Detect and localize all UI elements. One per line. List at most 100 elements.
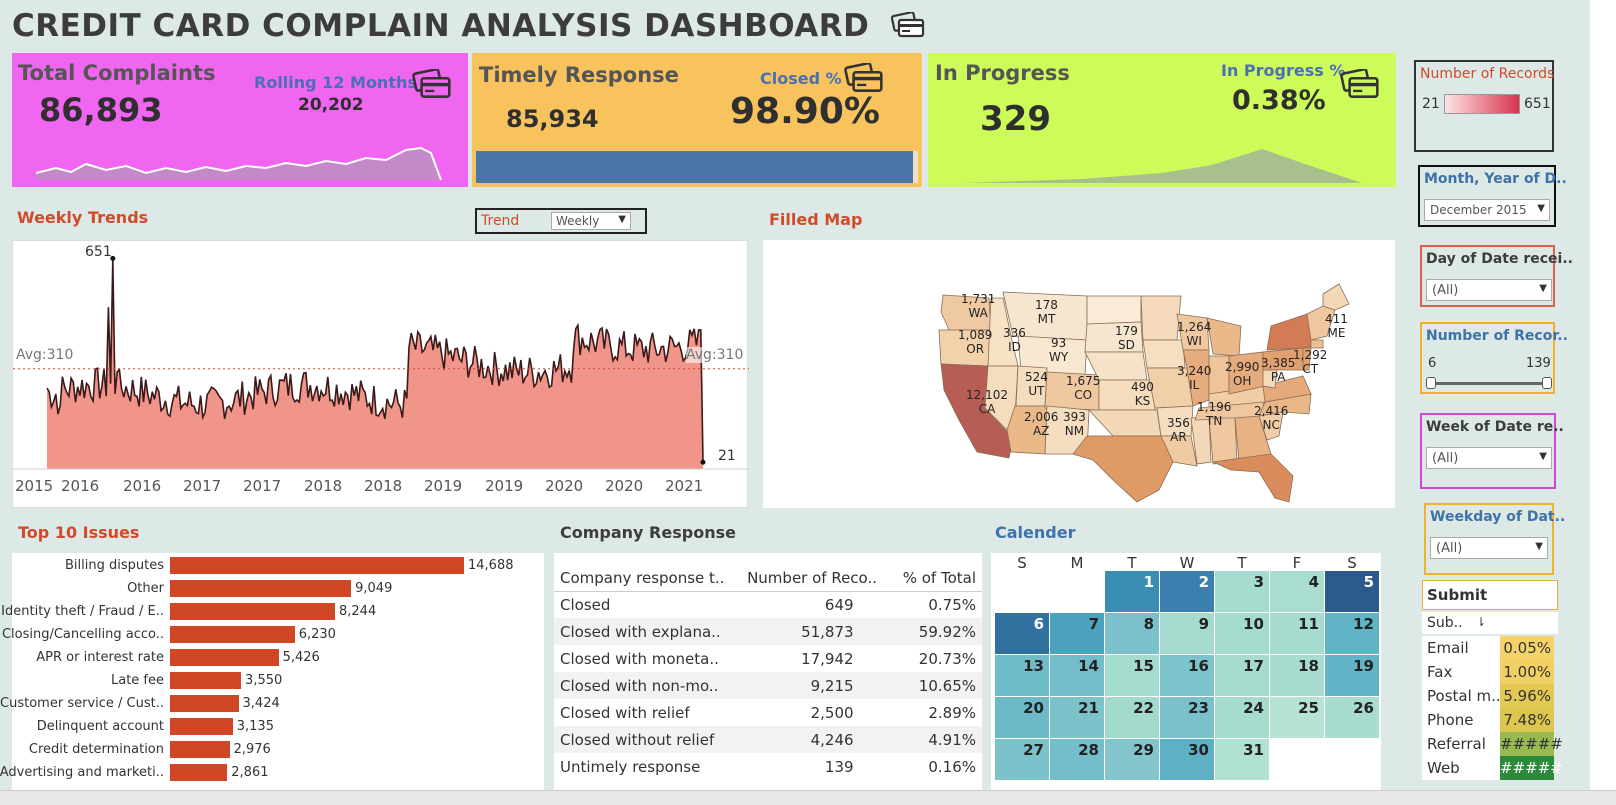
calendar-day-cell[interactable]: 23 <box>1160 697 1214 738</box>
col-header-records[interactable]: Number of Reco.. <box>741 565 892 592</box>
submit-row-value: ##### <box>1500 732 1563 756</box>
submit-row[interactable]: Web ##### <box>1422 756 1563 780</box>
col-header-response[interactable]: Company response t.. <box>554 565 742 592</box>
kpi-closed-label: Closed % <box>760 69 842 88</box>
calendar-weekday-header: S <box>1017 554 1027 572</box>
week-of-date-dropdown[interactable]: (All) ▼ <box>1426 447 1552 469</box>
calendar-day-cell[interactable]: 20 <box>995 697 1049 738</box>
calendar-panel: Calender S M T W T F S 1 2 3 4 5 6 7 8 9 10 11 12 13 14 15 16 1… <box>989 513 1395 791</box>
map-state-ok <box>1088 409 1162 437</box>
map-area[interactable]: 1,731 WA 1,089 OR 336 ID 178 MT 93 WY 179 SD 12,102 C… <box>763 240 1395 508</box>
submit-row-value: ##### <box>1500 756 1563 780</box>
table-row[interactable]: Closed with non-mo.. 9,215 10.65% <box>554 672 982 699</box>
map-label-oh: 2,990 OH <box>1225 360 1260 388</box>
calendar-day-cell[interactable]: 25 <box>1270 697 1324 738</box>
map-label-mt: 178 MT <box>1035 298 1058 326</box>
calendar-day-cell[interactable]: 12 <box>1325 613 1379 654</box>
num-records-slider-track[interactable] <box>1430 382 1548 385</box>
calendar-day-cell[interactable]: 13 <box>995 655 1049 696</box>
week-of-date-value: (All) <box>1432 451 1459 466</box>
calendar-day-cell[interactable]: 11 <box>1270 613 1324 654</box>
issue-bar[interactable] <box>170 557 464 574</box>
weekly-trends-panel: Weekly Trends Trend Weekly ▼ 651 21 Avg:… <box>12 200 749 508</box>
submit-row[interactable]: Postal m.. 5.96% <box>1422 684 1554 708</box>
submit-row[interactable]: Fax 1.00% <box>1422 660 1554 684</box>
sort-icon[interactable]: ⇂ <box>1476 615 1486 629</box>
table-row[interactable]: Closed with explana.. 51,873 59.92% <box>554 618 982 645</box>
calendar-day-cell[interactable]: 2 <box>1160 571 1214 612</box>
issue-bar[interactable] <box>170 649 279 666</box>
issue-value: 2,976 <box>233 742 271 757</box>
calendar-day-cell[interactable]: 5 <box>1325 571 1379 612</box>
calendar-day-cell[interactable]: 9 <box>1160 613 1214 654</box>
calendar-day-cell[interactable]: 8 <box>1105 613 1159 654</box>
calendar-day-cell[interactable]: 26 <box>1325 697 1379 738</box>
calendar-day-cell[interactable]: 24 <box>1215 697 1269 738</box>
issue-bar[interactable] <box>170 603 335 620</box>
num-records-slider-min-handle[interactable] <box>1426 377 1436 389</box>
table-row[interactable]: Closed with moneta.. 17,942 20.73% <box>554 645 982 672</box>
submit-row[interactable]: Phone 7.48% <box>1422 708 1554 732</box>
issue-label: Identity theft / Fraud / E.. <box>1 604 164 619</box>
calendar-day-cell[interactable]: 28 <box>1050 739 1104 780</box>
issue-bar[interactable] <box>170 741 230 758</box>
calendar-day-cell[interactable]: 16 <box>1160 655 1214 696</box>
issue-bar[interactable] <box>170 718 233 735</box>
issue-bar[interactable] <box>170 672 242 689</box>
kpi-rolling-value: 20,202 <box>298 95 364 115</box>
month-year-dropdown[interactable]: December 2015 ▼ <box>1424 199 1550 221</box>
closed-progress-track <box>476 151 918 183</box>
map-label-nc: 2,416 NC <box>1254 404 1289 432</box>
submit-col-header-label: Sub.. <box>1427 615 1463 631</box>
day-of-date-dropdown[interactable]: (All) ▼ <box>1426 279 1552 301</box>
submit-row[interactable]: Referral ##### <box>1422 732 1563 756</box>
weekday-of-date-dropdown[interactable]: (All) ▼ <box>1430 537 1548 559</box>
calendar-day-cell[interactable]: 17 <box>1215 655 1269 696</box>
calendar-day-cell[interactable]: 15 <box>1105 655 1159 696</box>
chevron-down-icon: ▼ <box>1539 283 1547 294</box>
issue-bar[interactable] <box>170 626 295 643</box>
submit-row[interactable]: Email 0.05% <box>1422 636 1554 660</box>
records-legend-min: 21 <box>1422 96 1440 112</box>
col-header-pct[interactable]: % of Total <box>891 565 982 592</box>
issue-value: 3,424 <box>242 696 280 711</box>
calendar-day-cell[interactable]: 10 <box>1215 613 1269 654</box>
calendar-day-cell[interactable]: 22 <box>1105 697 1159 738</box>
submit-col-header[interactable]: Sub.. ⇂ <box>1422 612 1558 634</box>
calendar-day-cell[interactable]: 31 <box>1215 739 1269 780</box>
trend-dropdown[interactable]: Weekly ▼ <box>551 212 631 230</box>
calendar-day-cell[interactable]: 3 <box>1215 571 1269 612</box>
calendar-day-cell[interactable]: 1 <box>1105 571 1159 612</box>
submit-row-value: 5.96% <box>1500 684 1554 708</box>
calendar-day-cell[interactable]: 18 <box>1270 655 1324 696</box>
calendar-day-cell[interactable]: 4 <box>1270 571 1324 612</box>
table-row[interactable]: Closed with relief 2,500 2.89% <box>554 699 982 726</box>
issue-value: 14,688 <box>468 558 514 573</box>
issue-bar[interactable] <box>170 764 228 781</box>
x-tick-label: 2018 <box>304 477 343 495</box>
num-records-slider-max-handle[interactable] <box>1542 377 1552 389</box>
x-tick-label: 2015 <box>15 477 54 495</box>
calendar-day-cell[interactable]: 27 <box>995 739 1049 780</box>
response-type-cell: Closed with moneta.. <box>560 649 719 668</box>
table-row[interactable]: Closed without relief 4,246 4.91% <box>554 726 982 753</box>
map-state-mn <box>1140 295 1182 341</box>
issue-bar[interactable] <box>170 695 239 712</box>
issue-bar[interactable] <box>170 580 352 597</box>
record-count-cell: 17,942 <box>801 649 854 668</box>
calendar-day-cell[interactable]: 6 <box>995 613 1049 654</box>
table-row[interactable]: Untimely response 139 0.16% <box>554 753 982 780</box>
calendar-day-cell[interactable]: 30 <box>1160 739 1214 780</box>
calendar-weekday-header: F <box>1292 554 1302 572</box>
calendar-day-cell[interactable]: 19 <box>1325 655 1379 696</box>
map-label-id: 336 ID <box>1003 326 1026 354</box>
calendar-day-cell[interactable]: 29 <box>1105 739 1159 780</box>
closed-progress-fill <box>476 151 914 183</box>
trend-selector[interactable]: Trend Weekly ▼ <box>475 208 647 234</box>
num-records-title: Number of Recor.. <box>1426 328 1568 344</box>
calendar-day-cell[interactable]: 21 <box>1050 697 1104 738</box>
calendar-day-cell[interactable]: 7 <box>1050 613 1104 654</box>
kpi-progress-pct-value: 0.38% <box>1232 85 1326 116</box>
calendar-day-cell[interactable]: 14 <box>1050 655 1104 696</box>
table-row[interactable]: Closed 649 0.75% <box>554 591 982 618</box>
